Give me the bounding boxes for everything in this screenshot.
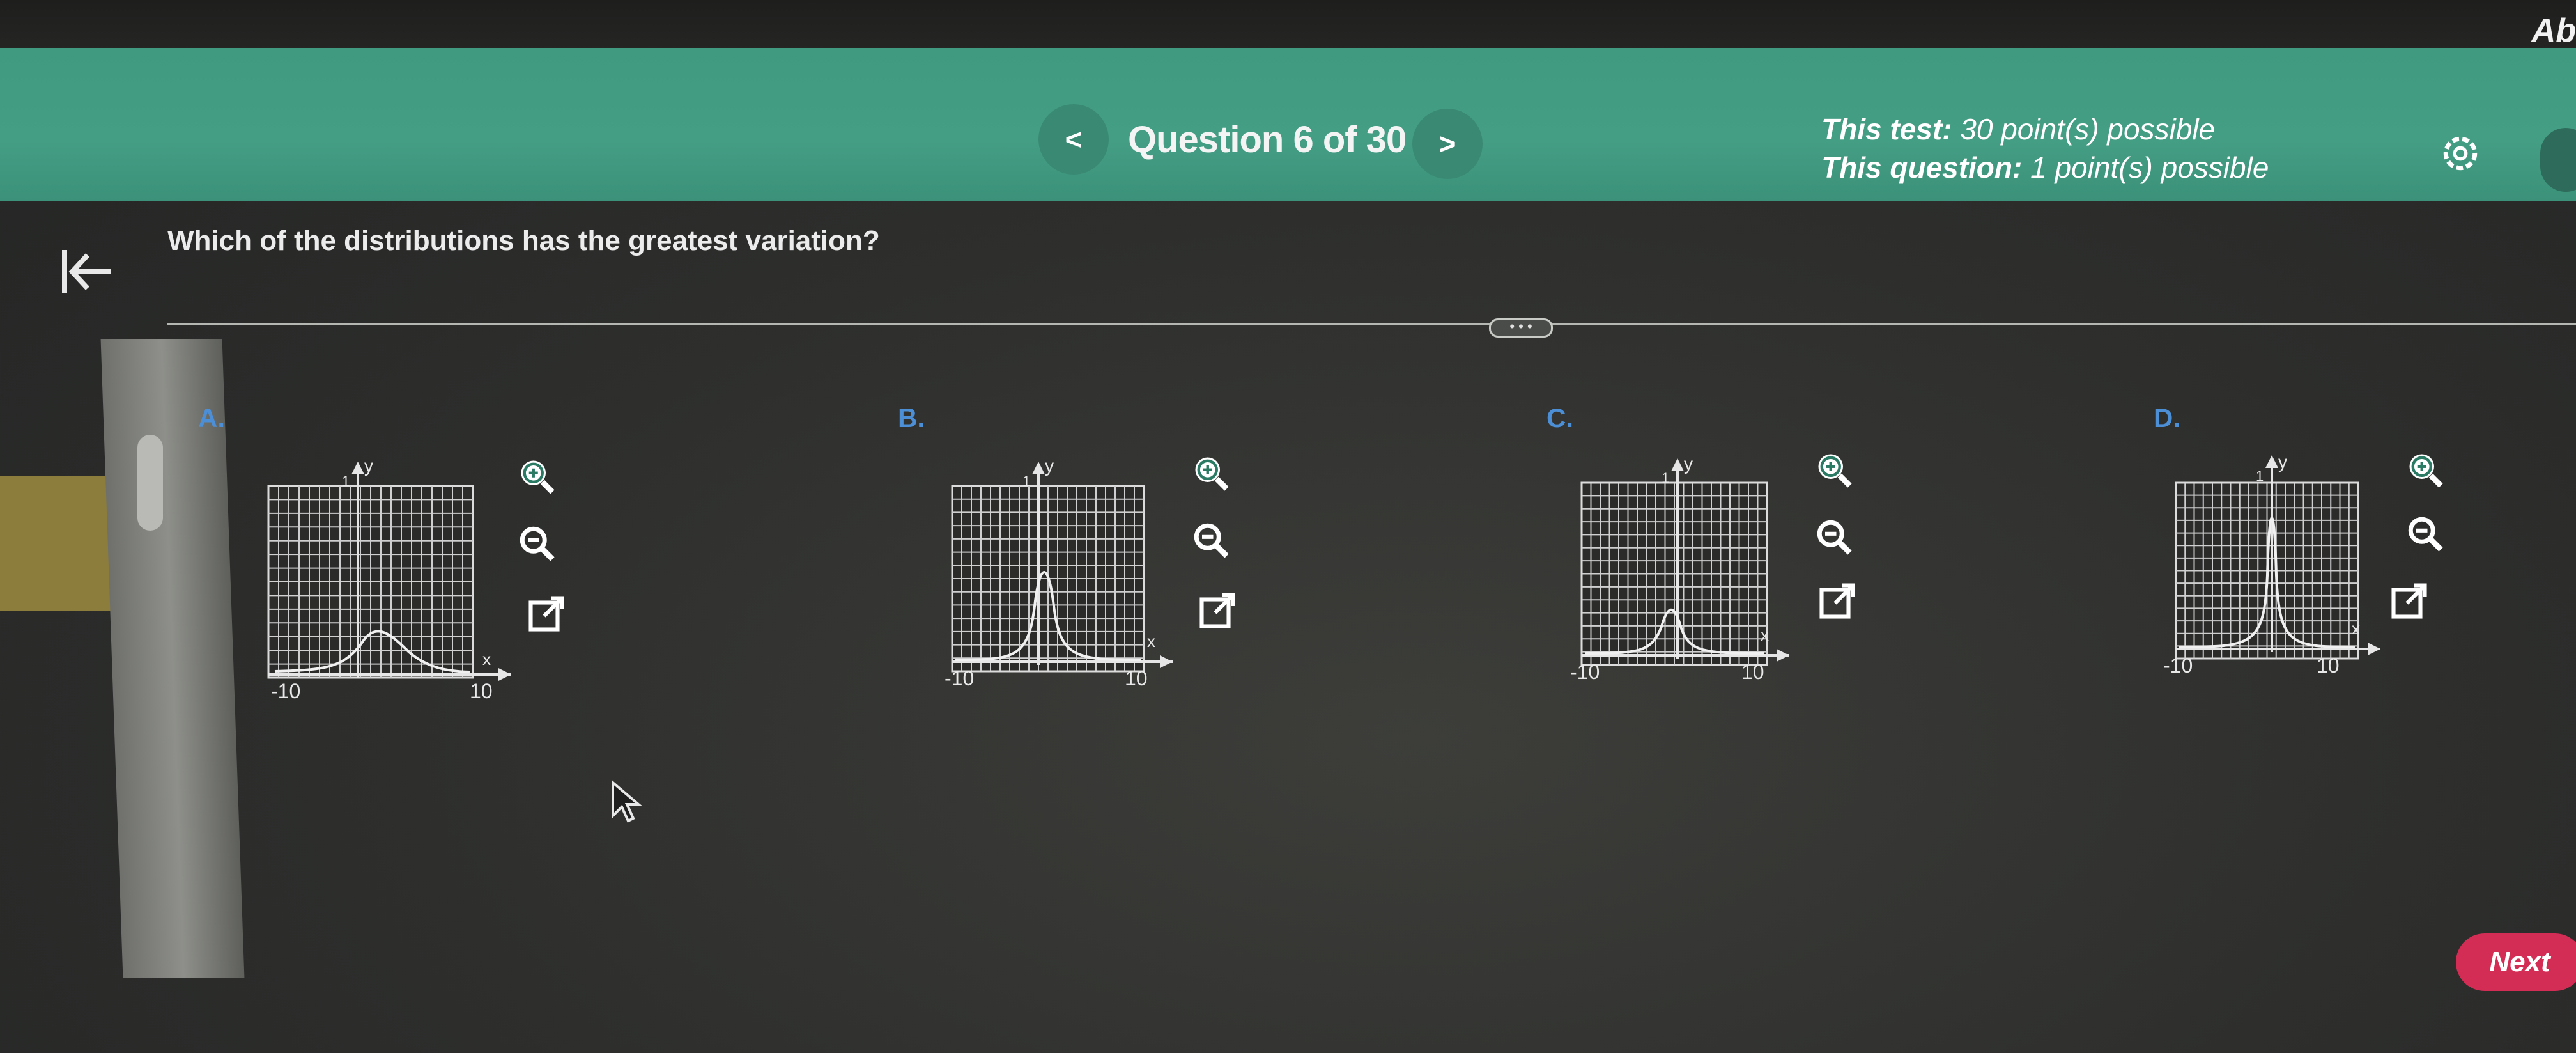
option-c-label[interactable]: C. <box>1546 403 1573 433</box>
x-max-label: 10 <box>1741 660 1764 683</box>
zoom-out-icon[interactable] <box>1189 518 1233 563</box>
mouse-cursor-icon <box>612 780 642 823</box>
chevron-left-icon: < <box>1065 123 1083 156</box>
graph-grid-lines <box>1582 483 1767 665</box>
x-axis-label: x <box>1147 632 1155 651</box>
x-axis-label: x <box>2352 619 2360 638</box>
question-counter: Question 6 of 30 <box>1128 119 1407 160</box>
x-axis-label: x <box>1761 625 1769 644</box>
y-tick-label: 1 <box>1022 473 1030 489</box>
zoom-out-icon[interactable] <box>1812 515 1856 559</box>
question-points: This question: 1 point(s) possible <box>1821 151 2269 184</box>
option-a-label[interactable]: A. <box>198 403 225 433</box>
option-a-graph[interactable]: y 1 x -10 10 <box>262 448 530 716</box>
y-axis-label: y <box>1045 456 1054 476</box>
x-min-label: -10 <box>271 680 300 703</box>
y-axis-label: y <box>1684 454 1693 474</box>
top-bezel <box>0 0 2576 51</box>
x-min-label: -10 <box>1570 660 1600 683</box>
x-max-label: 10 <box>2317 654 2340 677</box>
zoom-out-icon[interactable] <box>2403 511 2448 556</box>
y-axis-label: y <box>2278 452 2287 472</box>
zoom-out-icon[interactable] <box>514 521 559 566</box>
left-scroll-thumb[interactable] <box>137 435 163 531</box>
external-link-icon[interactable] <box>1195 588 1240 633</box>
left-scroll-track[interactable] <box>100 339 245 978</box>
graph-grid-lines <box>268 486 473 678</box>
zoom-in-icon[interactable] <box>1189 451 1233 495</box>
points-info: This test: 30 point(s) possible This que… <box>1821 110 2269 187</box>
chevron-right-icon: > <box>1438 127 1456 160</box>
option-b-graph[interactable]: y 1 x -10 10 <box>939 448 1208 716</box>
x-max-label: 10 <box>470 680 493 703</box>
next-button[interactable]: Next <box>2456 933 2576 991</box>
option-c-graph[interactable]: y 1 x -10 10 <box>1569 448 1837 716</box>
zoom-in-icon[interactable] <box>514 454 559 499</box>
y-tick-label: 1 <box>1662 470 1669 486</box>
zoom-in-icon[interactable] <box>2403 448 2448 492</box>
y-tick-label: 1 <box>2256 468 2264 484</box>
x-max-label: 10 <box>1125 667 1148 690</box>
external-link-icon[interactable] <box>524 591 569 636</box>
pane-resize-handle[interactable]: • • • <box>1489 318 1553 338</box>
y-axis-label: y <box>364 456 373 476</box>
external-link-icon[interactable] <box>2387 579 2432 623</box>
top-right-text: Ab <box>2531 12 2576 49</box>
previous-question-button[interactable]: < <box>1038 104 1109 175</box>
collapse-left-icon[interactable] <box>54 240 118 304</box>
x-min-label: -10 <box>2163 654 2193 677</box>
x-min-label: -10 <box>945 667 974 690</box>
y-tick-label: 1 <box>342 473 350 489</box>
option-d-label[interactable]: D. <box>2154 403 2180 433</box>
side-panel-toggle[interactable] <box>2540 128 2576 192</box>
option-b-label[interactable]: B. <box>898 403 925 433</box>
external-link-icon[interactable] <box>1815 579 1860 623</box>
gear-icon[interactable] <box>2438 131 2483 176</box>
pane-divider <box>167 323 2576 325</box>
next-question-button[interactable]: > <box>1412 109 1483 179</box>
x-axis-label: x <box>482 650 491 669</box>
question-text: Which of the distributions has the great… <box>167 225 880 256</box>
test-points: This test: 30 point(s) possible <box>1821 113 2216 146</box>
zoom-in-icon[interactable] <box>1812 448 1856 492</box>
